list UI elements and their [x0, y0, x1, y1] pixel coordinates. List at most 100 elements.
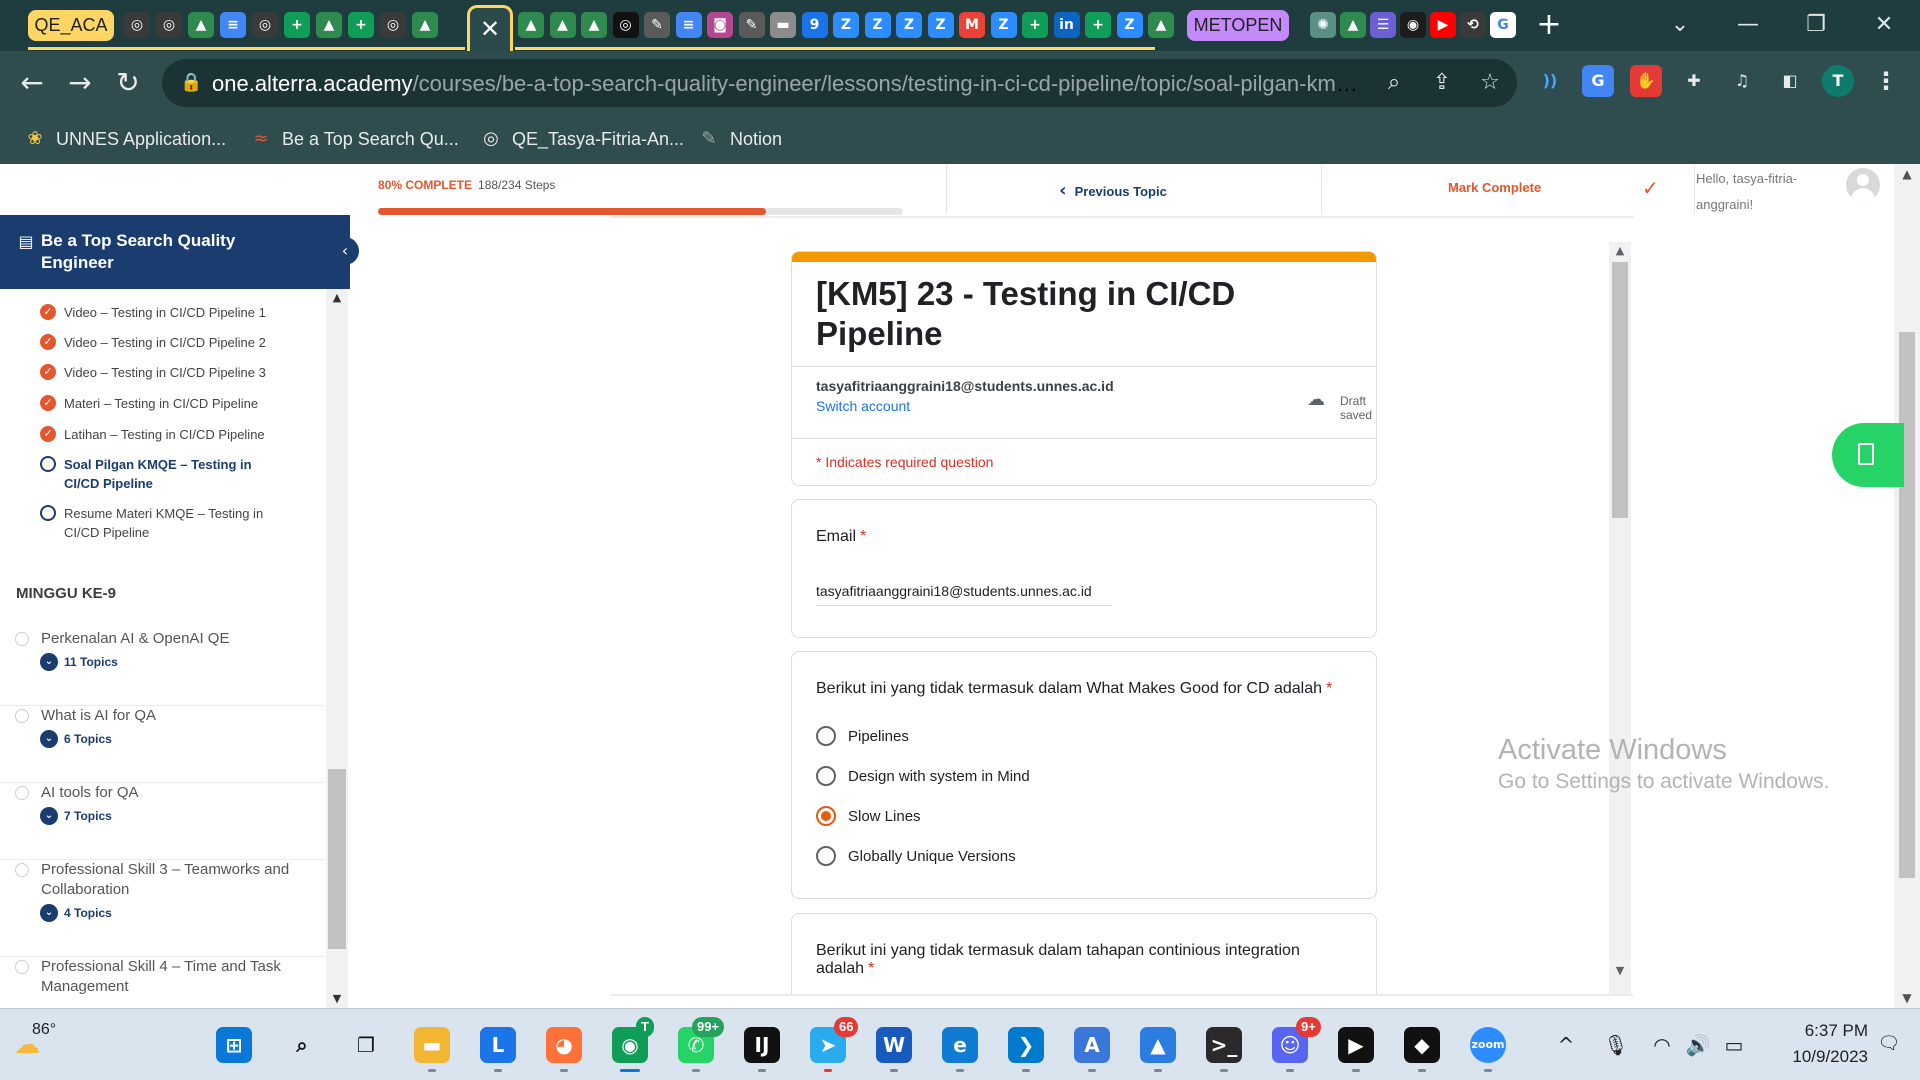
lock-icon[interactable]: 🔒 [180, 71, 202, 95]
tab-sheets-icon[interactable]: + [1085, 12, 1111, 38]
scroll-down-arrow-icon[interactable]: ▼ [1894, 988, 1920, 1008]
page-scrollbar[interactable]: ▲ ▼ [1894, 164, 1920, 1008]
tab-slides-icon[interactable]: ▬ [770, 12, 796, 38]
radio-button[interactable] [816, 806, 836, 826]
tab-drive-icon[interactable]: ▲ [549, 12, 576, 38]
tab-docs-icon[interactable]: ≡ [675, 12, 702, 38]
side-panel-icon[interactable]: ◧ [1774, 65, 1806, 97]
tray-overflow-chevron-icon[interactable]: ^ [1552, 1031, 1580, 1059]
email-field[interactable]: tasyafitriaanggraini18@students.unnes.ac… [816, 583, 1112, 606]
scrollbar-thumb[interactable] [1899, 332, 1915, 878]
course-module-item[interactable]: Professional Skill 3 – Teamworks and Col… [0, 860, 324, 957]
reload-button[interactable]: ↻ [110, 65, 146, 101]
sidebar-scrollbar[interactable]: ▲ ▼ [326, 289, 348, 1008]
module-topics-toggle[interactable]: ⌄ 6 Topics [40, 730, 112, 748]
taskbar-intellij-icon[interactable]: IJ [744, 1027, 780, 1063]
extensions-puzzle-icon[interactable]: ✚ [1678, 65, 1710, 97]
tab-group-qe-aca[interactable]: QE_ACA [28, 10, 114, 41]
taskbar-firefox-icon[interactable]: ◕ [546, 1027, 582, 1063]
course-module-item[interactable]: What is AI for QA ⌄ 6 Topics [0, 706, 324, 783]
weather-temperature[interactable]: 86° [32, 1021, 56, 1039]
taskbar-start-icon[interactable]: ⊞ [216, 1027, 252, 1063]
bookmark-item[interactable]: ✎ Notion [696, 125, 782, 153]
tab-docs-icon[interactable]: ≡ [220, 12, 246, 38]
tab-drive-icon[interactable]: ▲ [412, 12, 438, 38]
taskbar-task-view-icon[interactable]: ❐ [348, 1027, 384, 1063]
taskbar-search-icon[interactable]: ⌕ [284, 1027, 320, 1063]
adblock-icon[interactable]: ✋ [1630, 65, 1662, 97]
sidebar-lesson-item[interactable]: ✓ Video – Testing in CI/CD Pipeline 2 [40, 333, 290, 352]
scroll-down-arrow-icon[interactable]: ▼ [1609, 962, 1631, 980]
module-topics-toggle[interactable]: ⌄ 7 Topics [40, 807, 112, 825]
sidebar-lesson-item[interactable]: ✓ Video – Testing in CI/CD Pipeline 1 [40, 303, 290, 322]
read-aloud-icon[interactable]: )) [1534, 65, 1566, 97]
tab-drive-icon[interactable]: ▲ [518, 12, 544, 38]
restore-button[interactable]: ❐ [1796, 8, 1836, 42]
share-icon[interactable]: ⇪ [1428, 69, 1456, 97]
taskbar-inkscape-icon[interactable]: ◆ [1404, 1027, 1440, 1063]
taskbar-edge-icon[interactable]: e [942, 1027, 978, 1063]
tab-zoom-icon[interactable]: Z [864, 12, 891, 38]
clock-date[interactable]: 10/9/2023 [1748, 1047, 1868, 1067]
tab-drive-icon[interactable]: ▲ [316, 12, 342, 38]
tab-zoom-icon[interactable]: Z [896, 12, 922, 38]
url-text[interactable]: one.alterra.academy/courses/be-a-top-sea… [212, 71, 1362, 97]
course-title[interactable]: Be a Top Search Quality Engineer [41, 230, 291, 274]
sidebar-lesson-item[interactable]: ✓ Video – Testing in CI/CD Pipeline 3 [40, 363, 290, 382]
tab-search-chevron-icon[interactable]: ⌄ [1660, 8, 1700, 42]
taskbar-terminal-icon[interactable]: >_ [1206, 1027, 1242, 1063]
tab-drive-icon[interactable]: ▲ [188, 12, 214, 38]
form-scrollbar[interactable]: ▲ ▼ [1609, 242, 1631, 994]
wifi-icon[interactable]: ◠ [1648, 1031, 1676, 1059]
tab-history-icon[interactable]: ⟲ [1460, 12, 1486, 38]
volume-icon[interactable]: 🔊 [1684, 1031, 1712, 1059]
taskbar-app-store-icon[interactable]: A [1074, 1027, 1110, 1063]
scrollbar-thumb[interactable] [1612, 262, 1628, 518]
sidebar-lesson-item[interactable]: ✓ Materi – Testing in CI/CD Pipeline [40, 394, 290, 413]
scroll-up-arrow-icon[interactable]: ▲ [1894, 164, 1920, 184]
tab-sheets-icon[interactable]: + [1022, 12, 1048, 38]
taskbar-file-explorer-icon[interactable]: ▬ [414, 1027, 450, 1063]
tab-chatgpt-icon[interactable]: ✺ [1310, 12, 1336, 38]
taskbar-vscode-icon[interactable]: ❯ [1008, 1027, 1044, 1063]
taskbar-photos-icon[interactable]: ▲ [1140, 1027, 1176, 1063]
microphone-icon[interactable]: 🎙 [1602, 1031, 1630, 1059]
tab-github-icon[interactable]: ◎ [252, 12, 278, 38]
radio-button[interactable] [816, 766, 836, 786]
module-topics-toggle[interactable]: ⌄ 11 Topics [40, 653, 118, 671]
tab-gmail-icon[interactable]: M [959, 12, 985, 38]
radio-button[interactable] [816, 846, 836, 866]
profile-avatar[interactable]: T [1822, 65, 1854, 97]
tab-google-icon[interactable]: G [1490, 12, 1516, 38]
tab-linkedin-icon[interactable]: in [1053, 12, 1080, 38]
scroll-up-arrow-icon[interactable]: ▲ [1609, 242, 1631, 260]
taskbar-zoom-app-icon[interactable]: zoom [1470, 1027, 1506, 1063]
minimize-button[interactable]: — [1728, 8, 1768, 42]
sidebar-lesson-item[interactable]: Resume Materi KMQE – Testing in CI/CD Pi… [40, 504, 290, 542]
radio-option[interactable]: Slow Lines [816, 804, 921, 828]
tab-github-icon[interactable]: ◎ [156, 12, 182, 38]
tab-calendar-icon[interactable]: 9 [801, 12, 828, 38]
bookmark-star-icon[interactable]: ☆ [1476, 69, 1504, 97]
module-topics-toggle[interactable]: ⌄ 4 Topics [40, 904, 112, 922]
course-module-item[interactable]: AI tools for QA ⌄ 7 Topics [0, 783, 324, 860]
tab-youtube-icon[interactable]: ▶ [1430, 12, 1456, 38]
switch-account-link[interactable]: Switch account [816, 398, 910, 414]
scroll-up-arrow-icon[interactable]: ▲ [326, 289, 348, 307]
media-control-icon[interactable]: ♫ [1726, 65, 1758, 97]
radio-option[interactable]: Pipelines [816, 724, 909, 748]
active-tab-close-icon[interactable]: ✕ [467, 5, 513, 51]
taskbar-media-player-icon[interactable]: ▶ [1338, 1027, 1374, 1063]
tab-group-metopen[interactable]: METOPEN [1187, 10, 1289, 41]
tab-zoom-icon[interactable]: Z [990, 12, 1017, 38]
tab-sheets-icon[interactable]: + [284, 12, 310, 38]
tab-github-icon[interactable]: ◎ [612, 12, 639, 38]
tab-drive-icon[interactable]: ▲ [1148, 12, 1174, 38]
taskbar-lark-icon[interactable]: L [480, 1027, 516, 1063]
tab-zoom-icon[interactable]: Z [927, 12, 954, 38]
zoom-icon[interactable]: ⌕ [1380, 69, 1408, 97]
notifications-icon[interactable]: 🗨 [1874, 1029, 1904, 1059]
tab-instagram-icon[interactable]: ◙ [707, 12, 733, 38]
tab-spotify-icon[interactable]: ◉ [1400, 12, 1426, 38]
translate-icon[interactable]: G [1582, 65, 1614, 97]
